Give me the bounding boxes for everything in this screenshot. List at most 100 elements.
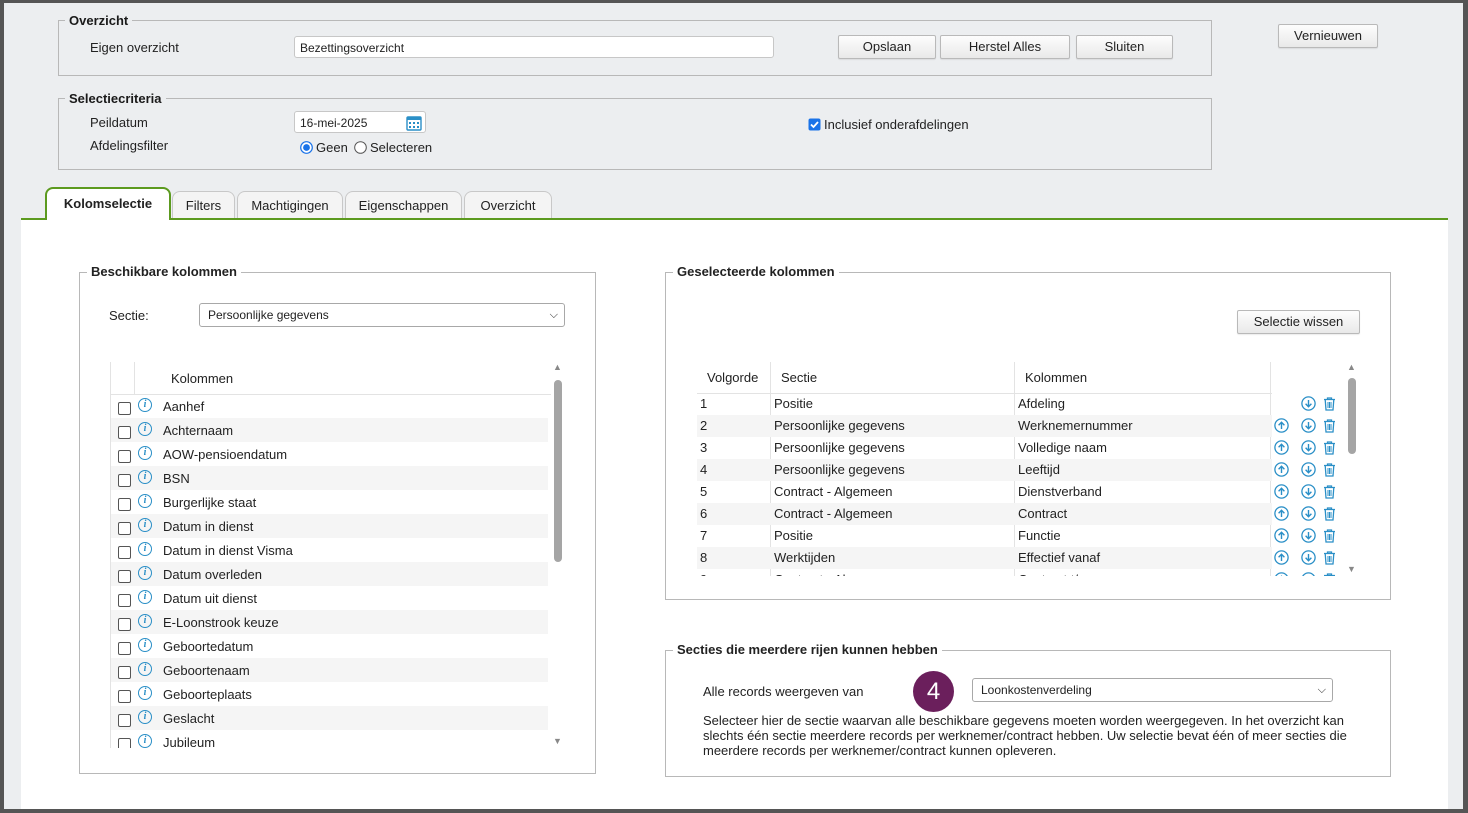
move-down-icon[interactable] [1301, 572, 1316, 576]
move-down-icon[interactable] [1301, 418, 1316, 433]
move-up-icon[interactable] [1274, 462, 1289, 477]
table-row[interactable]: 7 Positie Functie [697, 525, 1335, 547]
list-item[interactable]: i Aanhef [111, 394, 548, 418]
scroll-up-icon[interactable]: ▲ [1347, 362, 1356, 372]
list-item[interactable]: i E-Loonstrook keuze [111, 610, 548, 634]
column-checkbox[interactable] [118, 570, 131, 583]
scroll-thumb[interactable] [1348, 378, 1356, 454]
delete-icon[interactable] [1322, 418, 1337, 433]
column-checkbox[interactable] [118, 522, 131, 535]
delete-icon[interactable] [1322, 440, 1337, 455]
info-icon[interactable]: i [138, 614, 152, 628]
column-checkbox[interactable] [118, 426, 131, 439]
table-row[interactable]: 3 Persoonlijke gegevens Volledige naam [697, 437, 1335, 459]
move-up-icon[interactable] [1274, 550, 1289, 565]
opslaan-button[interactable]: Opslaan [838, 35, 936, 59]
scroll-down-icon[interactable]: ▼ [1347, 564, 1356, 574]
list-item[interactable]: i Datum uit dienst [111, 586, 548, 610]
delete-icon[interactable] [1322, 506, 1337, 521]
column-checkbox[interactable] [118, 498, 131, 511]
info-icon[interactable]: i [138, 518, 152, 532]
list-item[interactable]: i Geboortedatum [111, 634, 548, 658]
list-item[interactable]: i BSN [111, 466, 548, 490]
list-item[interactable]: i Jubileum [111, 730, 548, 748]
list-item[interactable]: i Datum overleden [111, 562, 548, 586]
table-row[interactable]: 6 Contract - Algemeen Contract [697, 503, 1335, 525]
tab-eigenschappen[interactable]: Eigenschappen [345, 191, 462, 219]
eigen-overzicht-input[interactable]: Bezettingsoverzicht [294, 36, 774, 58]
tab-machtigingen[interactable]: Machtigingen [237, 191, 343, 219]
move-down-icon[interactable] [1301, 462, 1316, 477]
column-checkbox[interactable] [118, 666, 131, 679]
info-icon[interactable]: i [138, 638, 152, 652]
delete-icon[interactable] [1322, 462, 1337, 477]
move-down-icon[interactable] [1301, 440, 1316, 455]
table-row[interactable]: 4 Persoonlijke gegevens Leeftijd [697, 459, 1335, 481]
info-icon[interactable]: i [138, 446, 152, 460]
info-icon[interactable]: i [138, 686, 152, 700]
move-down-icon[interactable] [1301, 484, 1316, 499]
info-icon[interactable]: i [138, 590, 152, 604]
herstel-alles-button[interactable]: Herstel Alles [940, 35, 1070, 59]
move-up-icon[interactable] [1274, 418, 1289, 433]
info-icon[interactable]: i [138, 734, 152, 748]
sectie-select[interactable]: Persoonlijke gegevens ⌵ [199, 303, 565, 327]
info-icon[interactable]: i [138, 662, 152, 676]
column-checkbox[interactable] [118, 594, 131, 607]
delete-icon[interactable] [1322, 572, 1337, 576]
move-up-icon[interactable] [1274, 484, 1289, 499]
table-row[interactable]: 2 Persoonlijke gegevens Werknemernummer [697, 415, 1335, 437]
column-checkbox[interactable] [118, 618, 131, 631]
move-up-icon[interactable] [1274, 528, 1289, 543]
calendar-icon[interactable] [406, 115, 422, 131]
beschikbaar-scrollbar[interactable]: ▲ ▼ [552, 362, 564, 748]
scroll-up-icon[interactable]: ▲ [553, 362, 562, 372]
column-checkbox[interactable] [118, 714, 131, 727]
delete-icon[interactable] [1322, 550, 1337, 565]
scroll-thumb[interactable] [554, 380, 562, 562]
info-icon[interactable]: i [138, 566, 152, 580]
delete-icon[interactable] [1322, 528, 1337, 543]
move-up-icon[interactable] [1274, 440, 1289, 455]
info-icon[interactable]: i [138, 542, 152, 556]
geselecteerd-scrollbar[interactable]: ▲ ▼ [1346, 362, 1358, 576]
move-down-icon[interactable] [1301, 550, 1316, 565]
move-down-icon[interactable] [1301, 396, 1316, 411]
table-row[interactable]: 1 Positie Afdeling [697, 393, 1335, 415]
tab-filters[interactable]: Filters [172, 191, 235, 219]
radio-geen[interactable] [300, 141, 313, 154]
column-checkbox[interactable] [118, 474, 131, 487]
column-checkbox[interactable] [118, 642, 131, 655]
info-icon[interactable]: i [138, 422, 152, 436]
info-icon[interactable]: i [138, 470, 152, 484]
tab-overzicht[interactable]: Overzicht [464, 191, 552, 219]
tab-kolomselectie[interactable]: Kolomselectie [45, 187, 171, 220]
column-checkbox[interactable] [118, 402, 131, 415]
table-row[interactable]: 8 Werktijden Effectief vanaf [697, 547, 1335, 569]
list-item[interactable]: i Datum in dienst Visma [111, 538, 548, 562]
list-item[interactable]: i Burgerlijke staat [111, 490, 548, 514]
move-up-icon[interactable] [1274, 572, 1289, 576]
alle-records-select[interactable]: Loonkostenverdeling ⌵ [972, 678, 1333, 702]
list-item[interactable]: i Datum in dienst [111, 514, 548, 538]
sluiten-button[interactable]: Sluiten [1076, 35, 1173, 59]
column-checkbox[interactable] [118, 690, 131, 703]
list-item[interactable]: i Geboortenaam [111, 658, 548, 682]
move-down-icon[interactable] [1301, 506, 1316, 521]
scroll-down-icon[interactable]: ▼ [553, 736, 562, 746]
table-row[interactable]: 9 Contract - Algemeen Contract t/m [697, 569, 1335, 576]
list-item[interactable]: i Achternaam [111, 418, 548, 442]
vernieuwen-button[interactable]: Vernieuwen [1278, 24, 1378, 48]
inclusief-checkbox[interactable] [808, 118, 821, 131]
column-checkbox[interactable] [118, 738, 131, 748]
move-up-icon[interactable] [1274, 506, 1289, 521]
radio-selecteren[interactable] [354, 141, 367, 154]
move-down-icon[interactable] [1301, 528, 1316, 543]
info-icon[interactable]: i [138, 398, 152, 412]
delete-icon[interactable] [1322, 396, 1337, 411]
list-item[interactable]: i Geboorteplaats [111, 682, 548, 706]
info-icon[interactable]: i [138, 494, 152, 508]
table-row[interactable]: 5 Contract - Algemeen Dienstverband [697, 481, 1335, 503]
delete-icon[interactable] [1322, 484, 1337, 499]
column-checkbox[interactable] [118, 546, 131, 559]
